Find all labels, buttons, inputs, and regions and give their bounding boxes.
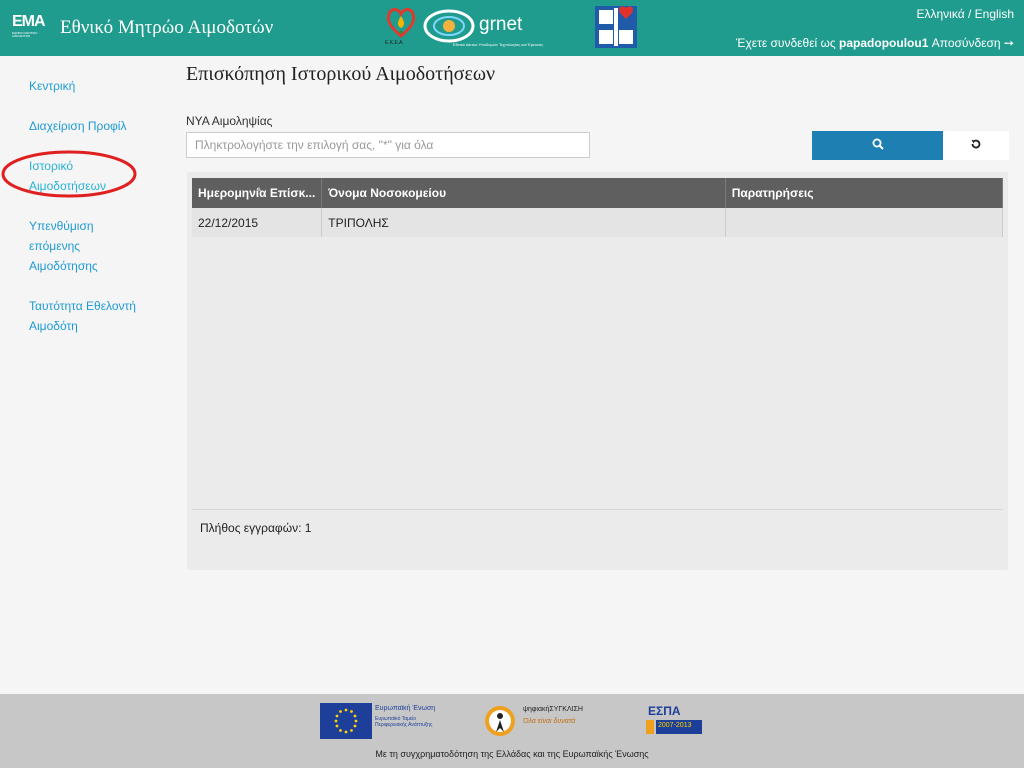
- heart-drop-icon: [386, 8, 416, 38]
- eu-flag-icon: [320, 703, 372, 739]
- medical-cross-icon: [595, 6, 637, 48]
- logo-text: ΕΜΑ: [12, 13, 46, 30]
- logout-link[interactable]: Αποσύνδεση ➙: [932, 36, 1014, 50]
- ministry-logo: [593, 2, 639, 52]
- sidebar-nav: Κεντρική Διαχείριση Προφίλ Ιστορικό Αιμο…: [29, 76, 169, 356]
- digital-title: ψηφιακήΣΥΓΚΛΙΣΗ: [523, 706, 583, 713]
- logout-icon: ➙: [1003, 36, 1014, 50]
- top-header: ΕΜΑ ΕΘΝΙΚΟ ΜΗΤΡΩΟ ΑΙΜΟΔΟΤΩΝ Εθνικό Μητρώ…: [0, 0, 1024, 56]
- column-header-notes[interactable]: Παρατηρήσεις: [725, 178, 1004, 208]
- reset-icon: [971, 139, 981, 149]
- donation-history-table: ▲ Ημερομηνία Επίσκ... Όνομα Νοσοκομείου …: [192, 178, 1004, 237]
- red-highlight-ellipse: [1, 150, 137, 198]
- logout-label: Αποσύνδεση: [931, 36, 1001, 50]
- column-header-date[interactable]: ▲ Ημερομηνία Επίσκ...: [192, 178, 323, 208]
- digital-convergence-icon: [485, 706, 515, 736]
- sort-icon: ▲: [255, 184, 263, 193]
- site-title[interactable]: Εθνικό Μητρώο Αιμοδοτών: [60, 17, 273, 39]
- cofunding-note: Με τη συγχρηματοδότηση της Ελλάδας και τ…: [375, 749, 649, 759]
- elea-logo: Ε.Κ.Ε.Α.: [383, 2, 419, 52]
- digital-subtitle: Όλα είναι δυνατά: [523, 718, 576, 725]
- logo-subtext: ΕΘΝΙΚΟ ΜΗΤΡΩΟ ΑΙΜΟΔΟΤΩΝ: [12, 31, 38, 38]
- eu-title: Ευρωπαϊκή Ένωση: [375, 705, 436, 712]
- login-status: Έχετε συνδεθεί ως papadopoulou1 Αποσύνδε…: [736, 36, 1014, 50]
- filter-label: ΝΥΑ Αιμοληψίας: [186, 114, 273, 128]
- page-footer: Ευρωπαϊκή Ένωση Ευρωπαϊκό Ταμείο Περιφερ…: [0, 694, 1024, 768]
- eu-logo: Ευρωπαϊκή Ένωση Ευρωπαϊκό Ταμείο Περιφερ…: [320, 703, 451, 739]
- page-title: Επισκόπηση Ιστορικού Αιμοδοτήσεων: [186, 63, 496, 85]
- login-prefix: Έχετε συνδεθεί ως: [736, 36, 836, 50]
- record-count: Πλήθος εγγραφών: 1: [200, 521, 312, 535]
- search-icon: [872, 138, 884, 150]
- sidebar-item-donor-id[interactable]: Ταυτότητα Εθελοντή Αιμοδότη: [29, 296, 149, 336]
- column-header-hospital[interactable]: Όνομα Νοσοκομείου: [321, 178, 726, 208]
- digital-convergence-logo: ψηφιακήΣΥΓΚΛΙΣΗ Όλα είναι δυνατά: [483, 704, 613, 738]
- filter-input[interactable]: Πληκτρολογήστε την επιλογή σας, "*" για …: [186, 132, 590, 158]
- cell-hospital: ΤΡΙΠΟΛΗΣ: [321, 208, 726, 237]
- grnet-text: grnet: [479, 14, 523, 35]
- ema-logo[interactable]: ΕΜΑ ΕΘΝΙΚΟ ΜΗΤΡΩΟ ΑΙΜΟΔΟΤΩΝ: [12, 14, 50, 46]
- grnet-logo: grnet Εθνικό Δίκτυο Υποδομών Τεχνολογίας…: [423, 2, 569, 52]
- espa-text: ΕΣΠΑ: [648, 704, 681, 718]
- reset-button[interactable]: [943, 131, 1009, 160]
- sidebar-item-profile[interactable]: Διαχείριση Προφίλ: [29, 116, 169, 136]
- table-row[interactable]: 22/12/2015 ΤΡΙΠΟΛΗΣ: [192, 208, 1004, 237]
- username: papadopoulou1: [839, 36, 929, 50]
- language-switch[interactable]: Ελληνικά / English: [917, 7, 1015, 21]
- elea-text: Ε.Κ.Ε.Α.: [385, 40, 404, 46]
- grnet-subtext: Εθνικό Δίκτυο Υποδομών Τεχνολογίας και Έ…: [453, 42, 544, 47]
- grid-footer-divider: [192, 509, 1003, 510]
- history-grid-panel: ▲ Ημερομηνία Επίσκ... Όνομα Νοσοκομείου …: [187, 172, 1008, 570]
- eu-subtitle: Ευρωπαϊκό Ταμείο Περιφερειακής Ανάπτυξης: [375, 716, 433, 728]
- cell-notes: [725, 208, 1004, 237]
- sidebar-item-next-donation-reminder[interactable]: Υπενθύμιση επόμενης Αιμοδότησης: [29, 216, 119, 276]
- espa-logo: ΕΣΠΑ 2007-2013: [646, 704, 706, 740]
- table-header-row: ▲ Ημερομηνία Επίσκ... Όνομα Νοσοκομείου …: [192, 178, 1004, 208]
- cell-date: 22/12/2015: [192, 208, 323, 237]
- espa-years: 2007-2013: [658, 722, 692, 729]
- search-button[interactable]: [812, 131, 943, 160]
- sidebar-item-home[interactable]: Κεντρική: [29, 76, 169, 96]
